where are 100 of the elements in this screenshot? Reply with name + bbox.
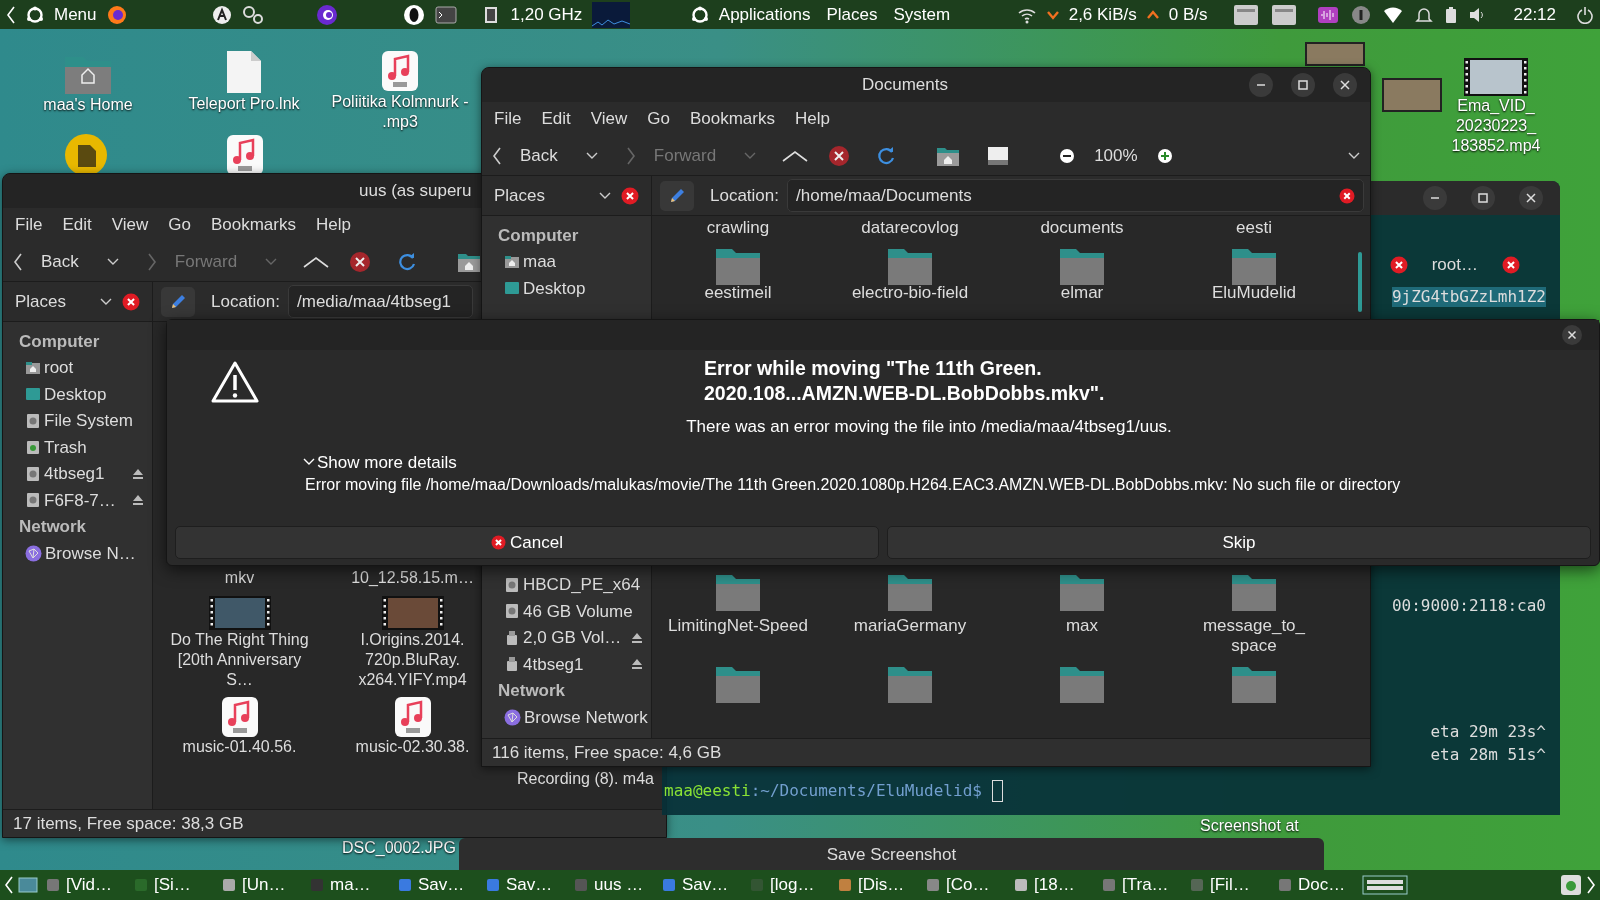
folder-icon[interactable] [715,246,761,286]
power-icon[interactable] [1576,5,1594,24]
zoom-out-icon[interactable] [1058,146,1077,165]
edit-location-button[interactable] [660,180,694,211]
photo-placeholder[interactable] [1305,42,1365,66]
usb-drive-icon[interactable] [504,629,520,646]
menu-item[interactable]: Bookmarks [202,210,304,240]
terminal-tab[interactable]: root… [1431,252,1478,278]
sidebar-item[interactable]: Desktop [44,381,144,407]
file-name[interactable]: I.Origins.2014. 720p.BluRay. x264.YIFY.mp4 [342,630,483,690]
menu-item[interactable]: Help [786,104,838,134]
taskbar-item[interactable]: [Un… [242,872,286,898]
apps-logo-icon[interactable] [690,5,709,24]
scroll-left-icon[interactable] [4,876,14,894]
folder-icon[interactable] [715,664,761,704]
minimize-button[interactable] [1248,72,1274,98]
clear-icon[interactable] [1339,187,1355,204]
sidebar-item[interactable]: 46 GB Volume [523,598,643,624]
info-circle-icon[interactable] [1351,4,1372,25]
pencil-icon[interactable] [668,186,686,205]
close-button[interactable] [1518,185,1544,211]
reload-icon[interactable] [397,251,418,272]
taskbar-item[interactable]: [18… [1034,872,1075,898]
reload-icon[interactable] [876,145,897,166]
desktop-icon-label[interactable]: maa's Home [13,95,163,115]
sidebar-item[interactable]: HBCD_PE_x64 [523,572,643,598]
sidebar-item[interactable]: F6F8-7… [44,487,129,513]
folder-icon[interactable] [1231,572,1277,612]
sidebar-item[interactable]: 2,0 GB Vol… [523,625,628,651]
eject-icon[interactable] [132,467,144,480]
panel-menu[interactable]: Applications [718,1,811,28]
text-app-icon[interactable] [211,4,232,25]
sidebar-item[interactable]: Browse N… [45,540,144,566]
gears-icon[interactable] [241,4,264,25]
folder-icon[interactable] [887,246,933,286]
menu-item[interactable]: Go [639,104,678,134]
menu-item[interactable]: File [486,104,530,134]
taskbar-item[interactable]: [Co… [946,872,990,898]
sidebar-item[interactable]: maa [523,249,643,275]
location-field[interactable]: /home/maa/Documents [787,178,1364,213]
window-icon[interactable] [222,878,236,892]
pencil-icon[interactable] [169,292,187,311]
drive-icon[interactable] [25,412,41,429]
window-icon[interactable] [926,878,940,892]
folder-name[interactable]: LimitingNet-Speed [668,616,808,636]
audio-wave-icon[interactable] [1317,5,1340,24]
minimize-button[interactable] [1422,185,1448,211]
desktop-folder-icon[interactable] [25,387,41,402]
sidebar-item[interactable]: Desktop [523,275,643,301]
desktop-icon-label[interactable]: Screenshot at [1200,816,1299,836]
chevron-left-icon[interactable] [6,5,16,24]
panel-menu[interactable]: Places [826,1,878,28]
cancel-button[interactable]: Cancel [175,526,879,559]
drive-icon[interactable] [504,576,520,593]
edit-location-button[interactable] [161,286,195,317]
menu-item[interactable]: Edit [533,104,579,134]
file-name[interactable]: mkv [169,568,310,588]
file-icon[interactable] [226,50,262,94]
terminal-icon[interactable] [434,5,457,24]
home-folder-icon[interactable] [25,360,41,375]
details-expander[interactable]: Show more details [303,449,457,475]
taskbar-item[interactable]: [Si… [154,872,191,898]
folder-name[interactable]: message_to_ space [1184,616,1324,656]
sidebar-item[interactable]: root [44,355,144,381]
folder-icon[interactable] [887,664,933,704]
taskbar-item[interactable]: [Tra… [1122,872,1169,898]
taskbar-item[interactable]: Sav… [418,872,465,898]
folder-name[interactable]: max [1012,616,1152,636]
taskbar-item[interactable]: [Fil… [1210,872,1250,898]
stop-icon[interactable] [349,250,372,273]
menu-item[interactable]: Help [307,210,359,240]
folder-name[interactable]: eestimeil [704,284,772,302]
folder-name[interactable]: electro-bio-field [851,284,969,302]
taskbar-item[interactable]: Sav… [682,872,729,898]
battery-icon[interactable] [1445,5,1458,24]
music-file-icon[interactable] [226,134,264,176]
eject-icon[interactable] [631,658,643,671]
menu-item[interactable]: Bookmarks [681,104,783,134]
taskbar-item[interactable]: uus … [594,872,644,898]
network-icon[interactable] [25,544,42,562]
circle-app-icon[interactable] [315,3,338,26]
back-button[interactable]: Back [41,248,79,275]
home-folder-icon[interactable] [504,254,520,269]
o-app-icon[interactable] [402,3,425,26]
menu-item[interactable]: Go [160,210,199,240]
taskbar-item[interactable]: Doc… [1298,872,1346,898]
trash-icon[interactable] [25,439,41,456]
drive-icon[interactable] [504,603,520,620]
taskbar-item[interactable]: ma… [330,872,371,898]
folder-name[interactable]: mariaGermany [840,616,980,636]
menu-item[interactable]: View [103,210,157,240]
browser-icon[interactable] [106,4,127,25]
menu-item[interactable]: Edit [54,210,100,240]
trash-icon[interactable] [1560,874,1582,896]
photo-placeholder[interactable] [1382,78,1442,112]
file-name[interactable]: music-01.40.56. [169,738,310,756]
folder-icon[interactable] [1231,246,1277,286]
folder-icon[interactable] [1231,664,1277,704]
wifi-signal-icon[interactable] [1383,5,1404,24]
bell-icon[interactable] [1415,5,1434,24]
